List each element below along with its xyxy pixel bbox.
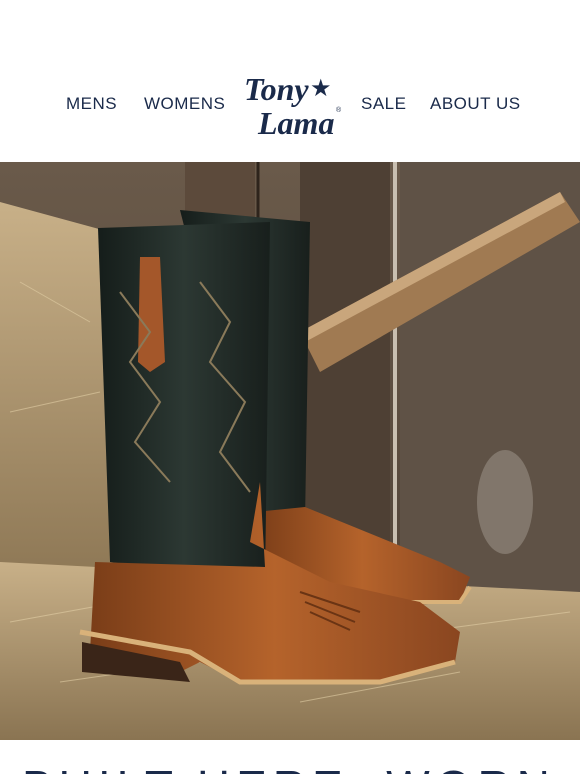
logo-star-icon: ★ bbox=[310, 74, 332, 102]
headline-banner: BUILT HERE. WORN bbox=[0, 740, 580, 774]
logo-word-lama: Lama bbox=[257, 105, 334, 141]
tony-lama-logo[interactable]: Tony ★ Lama ® bbox=[240, 70, 350, 142]
hero-image[interactable] bbox=[0, 162, 580, 740]
headline-text: BUILT HERE. WORN bbox=[22, 764, 556, 774]
nav-link-womens[interactable]: WOMENS bbox=[144, 94, 225, 114]
registered-mark: ® bbox=[336, 106, 342, 114]
nav-link-sale[interactable]: SALE bbox=[361, 94, 406, 114]
top-navigation: MENS WOMENS Tony ★ Lama ® SALE ABOUT US bbox=[0, 0, 580, 162]
nav-link-about-us[interactable]: ABOUT US bbox=[430, 94, 521, 114]
boots-photo-illustration bbox=[0, 162, 580, 740]
logo-word-tony: Tony bbox=[244, 71, 309, 107]
nav-link-mens[interactable]: MENS bbox=[66, 94, 117, 114]
